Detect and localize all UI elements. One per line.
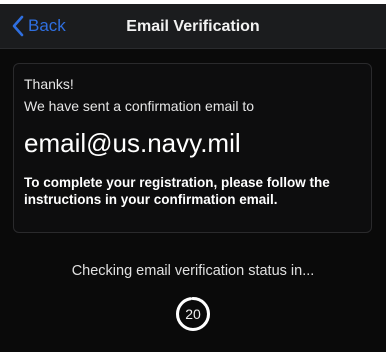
countdown-number: 20 [185,306,201,322]
page-title: Email Verification [126,18,260,35]
instructions-text: To complete your registration, please fo… [24,175,330,207]
screen: Back Email Verification Thanks! We have … [0,0,386,352]
sent-text: We have sent a confirmation email to [24,98,255,114]
status-text: Checking email verification status in... [71,263,315,279]
thanks-text: Thanks! [24,76,74,92]
email-address: email@us.navy.mil [24,128,241,158]
navigation-bar: Back Email Verification [0,4,386,49]
confirmation-card: Thanks! We have sent a confirmation emai… [13,63,372,233]
countdown-timer: 20 [175,296,211,332]
